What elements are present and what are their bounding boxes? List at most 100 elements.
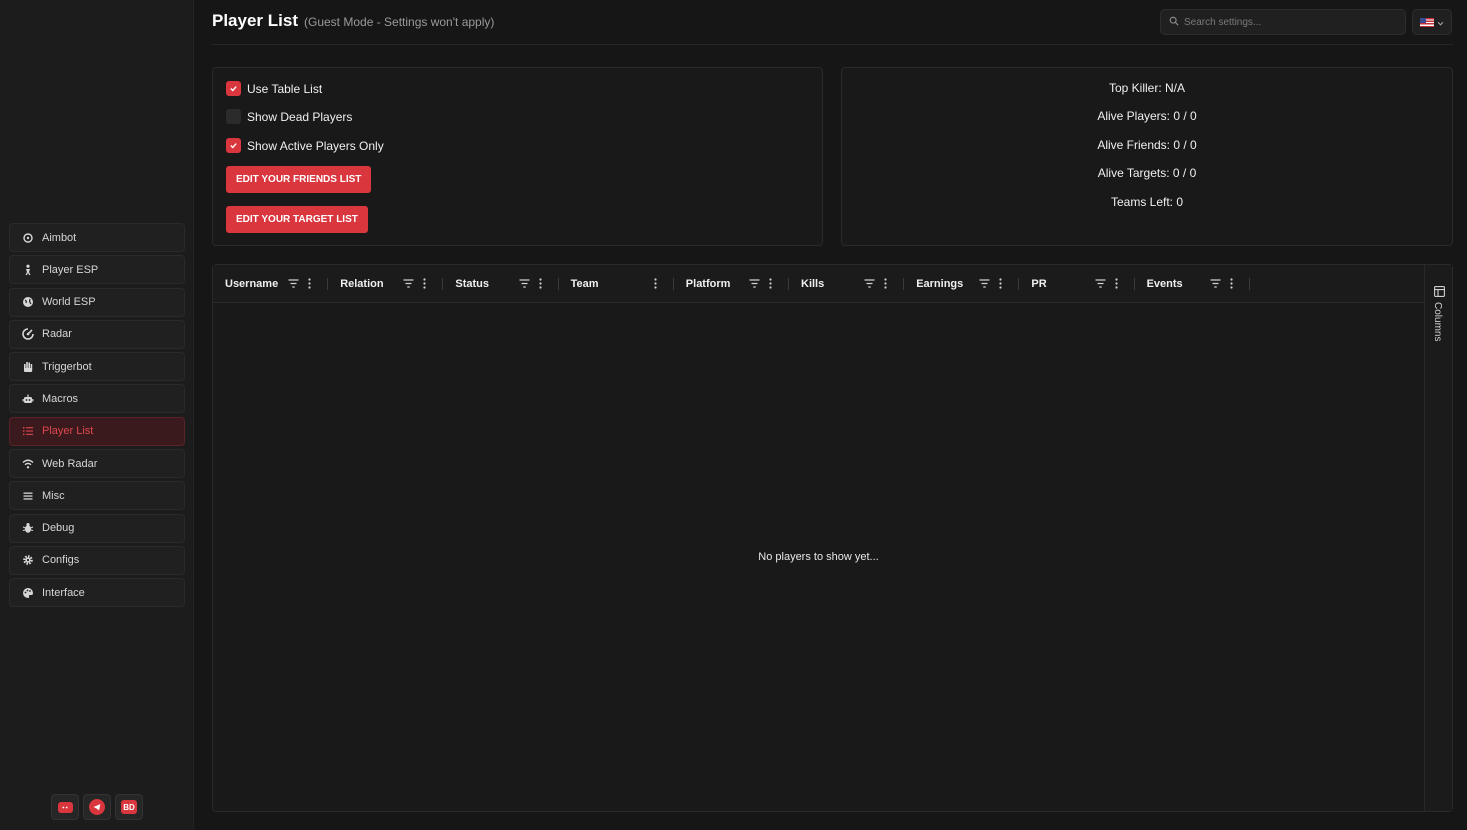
filter-icon[interactable] (519, 279, 530, 288)
person-icon (21, 263, 34, 276)
use-table-list-label: Use Table List (247, 81, 323, 96)
us-flag-icon (1420, 17, 1434, 27)
column-menu-icon[interactable] (884, 278, 887, 289)
crosshair-icon (21, 231, 34, 244)
social-links: BD (51, 794, 143, 820)
sidebar-item-label: Configs (42, 554, 80, 567)
checkbox-unchecked[interactable] (226, 109, 241, 124)
gear-icon (21, 554, 34, 567)
sidebar-item-label: World ESP (42, 296, 96, 309)
show-active-only-label: Show Active Players Only (247, 138, 384, 153)
options-panel: Use Table List Show Dead Players Show Ac… (212, 67, 823, 246)
columns-icon (1434, 284, 1445, 297)
filter-icon[interactable] (1210, 279, 1221, 288)
telegram-icon (89, 799, 105, 815)
column-header-username[interactable]: Username (213, 265, 329, 303)
sidebar-item-label: Web Radar (42, 457, 98, 470)
alive-players-stat: Alive Players: 0 / 0 (1097, 109, 1197, 123)
column-menu-icon[interactable] (423, 278, 426, 289)
hand-icon (21, 360, 34, 373)
page-subtitle: (Guest Mode - Settings won't apply) (304, 15, 495, 29)
sidebar-item-debug[interactable]: Debug (9, 513, 185, 543)
column-label: Events (1146, 278, 1183, 290)
column-label: Team (570, 278, 599, 290)
alive-friends-stat: Alive Friends: 0 / 0 (1097, 138, 1197, 152)
sidebar-item-macros[interactable]: Macros (9, 384, 185, 414)
search-box[interactable] (1160, 9, 1406, 35)
bd-logo-icon: BD (121, 800, 137, 814)
empty-state-text: No players to show yet... (758, 551, 879, 563)
column-header-status[interactable]: Status (443, 265, 559, 303)
column-menu-icon[interactable] (999, 278, 1002, 289)
show-active-only-toggle[interactable]: Show Active Players Only (226, 138, 384, 153)
palette-icon (21, 586, 34, 599)
filter-icon[interactable] (979, 279, 990, 288)
sidebar-item-label: Player ESP (42, 263, 99, 276)
sidebar-item-label: Radar (42, 328, 72, 341)
language-select[interactable] (1412, 9, 1452, 35)
filter-icon[interactable] (1095, 279, 1106, 288)
column-menu-icon[interactable] (538, 278, 542, 289)
column-label: Platform (685, 278, 731, 290)
wifi-icon (21, 457, 34, 470)
discord-button[interactable] (51, 794, 79, 820)
column-header-platform[interactable]: Platform (674, 265, 789, 303)
column-menu-icon[interactable] (1114, 278, 1118, 289)
filter-icon[interactable] (864, 279, 875, 288)
column-header-pr[interactable]: PR (1019, 265, 1135, 303)
use-table-list-toggle[interactable]: Use Table List (226, 81, 322, 96)
column-header-relation[interactable]: Relation (328, 265, 444, 303)
column-header-events[interactable]: Events (1135, 265, 1250, 303)
sidebar-item-triggerbot[interactable]: Triggerbot (9, 352, 185, 382)
search-input[interactable] (1184, 16, 1384, 28)
edit-friends-button[interactable]: EDIT YOUR FRIENDS LIST (226, 166, 372, 193)
stats-panel: Top Killer: N/A Alive Players: 0 / 0 Ali… (841, 67, 1453, 246)
telegram-button[interactable] (83, 794, 111, 820)
filter-icon[interactable] (749, 279, 760, 288)
sidebar-item-aimbot[interactable]: Aimbot (9, 223, 185, 252)
page-title: Player List (212, 11, 298, 30)
column-header-team[interactable]: Team (559, 265, 674, 303)
column-menu-icon[interactable] (308, 278, 311, 289)
sidebar: Aimbot Player ESP World ESP Radar Trigge… (0, 0, 194, 830)
filter-icon[interactable] (403, 279, 414, 288)
sidebar-item-label: Macros (42, 392, 79, 405)
edit-targets-button[interactable]: EDIT YOUR TARGET LIST (226, 206, 368, 233)
column-separator[interactable] (1248, 278, 1250, 290)
sidebar-item-player-esp[interactable]: Player ESP (9, 255, 185, 285)
columns-panel-toggle[interactable]: Columns (1424, 265, 1452, 811)
sidebar-item-interface[interactable]: Interface (9, 578, 185, 608)
checkbox-checked[interactable] (226, 138, 241, 153)
discord-icon (57, 801, 73, 813)
column-label: Status (455, 278, 490, 290)
sidebar-item-label: Interface (42, 586, 85, 599)
bd-button[interactable]: BD (115, 794, 143, 820)
sidebar-item-misc[interactable]: Misc (9, 481, 185, 511)
column-label: Kills (801, 278, 825, 290)
sidebar-nav: Aimbot Player ESP World ESP Radar Trigge… (9, 223, 185, 611)
sidebar-item-radar[interactable]: Radar (9, 319, 185, 349)
sidebar-item-label: Triggerbot (42, 360, 92, 373)
columns-label: Columns (1432, 302, 1443, 342)
sidebar-item-web-radar[interactable]: Web Radar (9, 449, 185, 479)
sidebar-item-label: Aimbot (42, 231, 77, 244)
sidebar-item-world-esp[interactable]: World ESP (9, 287, 185, 317)
bug-icon (21, 522, 34, 535)
column-header-kills[interactable]: Kills (789, 265, 905, 303)
column-menu-icon[interactable] (1230, 278, 1233, 289)
sidebar-item-configs[interactable]: Configs (9, 545, 185, 575)
column-header-earnings[interactable]: Earnings (904, 265, 1020, 303)
sidebar-item-label: Debug (42, 522, 75, 535)
chevron-down-icon (1437, 13, 1444, 31)
filter-icon[interactable] (288, 279, 299, 288)
show-dead-players-toggle[interactable]: Show Dead Players (226, 109, 352, 124)
column-menu-icon[interactable] (769, 278, 772, 289)
menu-icon (21, 489, 34, 502)
checkbox-checked[interactable] (226, 81, 241, 96)
top-killer-stat: Top Killer: N/A (1108, 81, 1186, 95)
sidebar-item-label: Player List (42, 425, 94, 438)
player-table: Username Relation Status Team Platform Kills E… (212, 264, 1453, 812)
sidebar-item-player-list[interactable]: Player List (9, 416, 185, 446)
column-menu-icon[interactable] (654, 278, 657, 289)
column-label: PR (1031, 278, 1047, 290)
